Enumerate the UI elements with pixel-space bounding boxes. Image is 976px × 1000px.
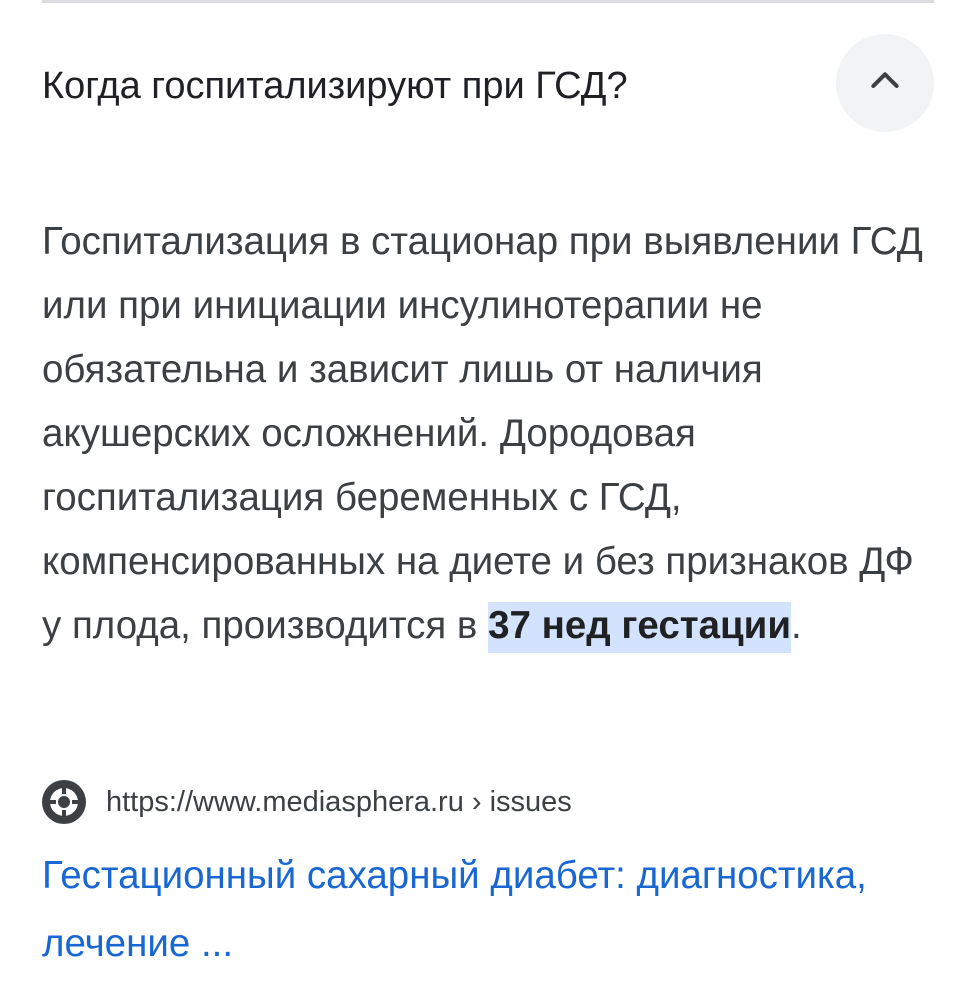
faq-question-text: Когда госпитализируют при ГСД? [42, 65, 628, 107]
faq-answer: Госпитализация в стационар при выявлении… [42, 210, 942, 658]
source-url[interactable]: https://www.mediasphera.ru › issues [106, 786, 572, 819]
section-divider [42, 0, 934, 3]
faq-question-row[interactable]: Когда госпитализируют при ГСД? [42, 34, 934, 134]
chevron-up-icon [865, 61, 905, 106]
answer-text-end: . [791, 604, 802, 647]
answer-highlight: 37 нед гестации [488, 602, 792, 653]
answer-text: Госпитализация в стационар при выявлении… [42, 220, 923, 647]
site-favicon-icon [42, 780, 86, 824]
source-row[interactable]: https://www.mediasphera.ru › issues [42, 778, 572, 826]
collapse-button[interactable] [836, 34, 934, 132]
result-title-link[interactable]: Гестационный сахарный диабет: диагностик… [42, 842, 942, 978]
